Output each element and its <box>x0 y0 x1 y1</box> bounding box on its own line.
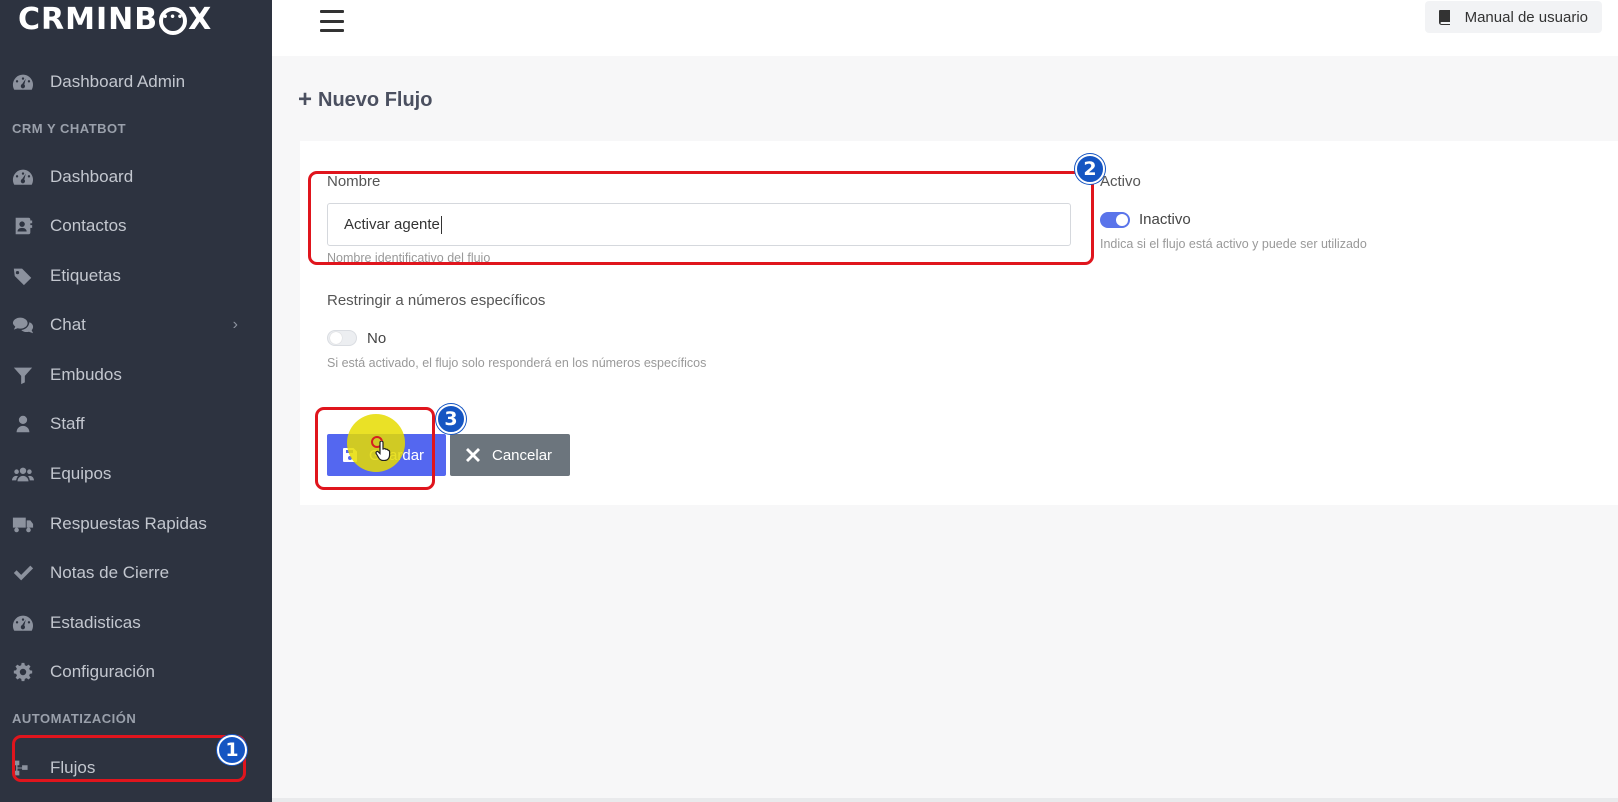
hamburger-menu-icon[interactable] <box>320 10 344 32</box>
footer-divider <box>272 798 1618 802</box>
topbar: Manual de usuario <box>272 0 1618 56</box>
manual-label: Manual de usuario <box>1464 8 1588 26</box>
step-badge-3: 3 <box>436 404 466 434</box>
user-icon <box>0 414 50 434</box>
highlight-step-3 <box>315 407 435 490</box>
section-crm-chatbot: CRM Y CHATBOT <box>12 121 127 136</box>
users-icon <box>0 464 50 484</box>
sidebar-item-label: Equipos <box>50 464 112 483</box>
close-icon <box>466 448 480 462</box>
sidebar-item-estadisticas[interactable]: Estadisticas <box>0 603 272 643</box>
sidebar-item-notas-de-cierre[interactable]: Notas de Cierre <box>0 553 272 593</box>
restringir-toggle[interactable] <box>327 330 357 346</box>
sidebar-item-respuestas-rapidas[interactable]: Respuestas Rapidas <box>0 504 272 544</box>
sidebar-item-label: Dashboard Admin <box>50 72 186 91</box>
plus-icon: + <box>298 86 313 113</box>
sidebar-item-label: Staff <box>50 414 85 433</box>
sidebar: CRMINB ••• X Dashboard Admin CRM Y CHATBOT… <box>0 0 272 802</box>
activo-label: Activo <box>1100 173 1141 190</box>
sidebar-item-label: Embudos <box>50 365 122 384</box>
sidebar-item-label: Configuración <box>50 662 155 681</box>
comments-icon <box>0 315 50 335</box>
sidebar-item-label: Etiquetas <box>50 266 121 285</box>
contact-card-icon <box>0 216 50 236</box>
step-badge-1: 1 <box>217 735 247 765</box>
manual-de-usuario-button[interactable]: Manual de usuario <box>1424 1 1602 33</box>
restringir-help: Si está activado, el flujo solo responde… <box>327 356 707 370</box>
section-automatizacion: AUTOMATIZACIÓN <box>12 711 137 726</box>
sidebar-item-dashboard-admin[interactable]: Dashboard Admin <box>0 62 272 102</box>
sidebar-item-dashboard[interactable]: Dashboard <box>0 157 272 197</box>
sidebar-item-label: Dashboard <box>50 167 134 186</box>
activo-toggle[interactable] <box>1100 212 1130 228</box>
highlight-step-2 <box>308 171 1094 265</box>
page-title-text: Nuevo Flujo <box>318 88 433 111</box>
logo-bubble-dots: ••• <box>162 11 185 23</box>
book-icon <box>1438 9 1450 25</box>
highlight-step-1 <box>12 735 246 782</box>
tag-icon <box>0 266 50 286</box>
logo-text-right: X <box>188 2 213 37</box>
sidebar-item-equipos[interactable]: Equipos <box>0 454 272 494</box>
gauge-icon <box>0 613 50 633</box>
sidebar-item-chat[interactable]: Chat › <box>0 305 272 345</box>
sidebar-item-configuracion[interactable]: Configuración <box>0 652 272 692</box>
sidebar-item-embudos[interactable]: Embudos <box>0 355 272 395</box>
activo-toggle-text: Inactivo <box>1139 211 1191 228</box>
sidebar-item-label: Notas de Cierre <box>50 563 170 582</box>
sidebar-item-label: Contactos <box>50 216 127 235</box>
funnel-icon <box>0 365 50 385</box>
sidebar-item-etiquetas[interactable]: Etiquetas <box>0 256 272 296</box>
page-title: + Nuevo Flujo <box>298 88 432 112</box>
sidebar-item-label: Chat <box>50 315 86 334</box>
sidebar-item-staff[interactable]: Staff <box>0 404 272 444</box>
logo-text-left: CRMINB <box>18 2 159 37</box>
gauge-icon <box>0 167 50 187</box>
sidebar-item-label: Respuestas Rapidas <box>50 514 207 533</box>
chat-bubble-icon: ••• <box>159 6 188 35</box>
sidebar-item-label: Estadisticas <box>50 613 141 632</box>
truck-icon <box>0 514 50 534</box>
check-icon <box>0 563 50 583</box>
gauge-icon <box>0 72 50 92</box>
restringir-toggle-text: No <box>367 330 387 347</box>
restringir-label: Restringir a números específicos <box>327 292 546 309</box>
cancelar-button[interactable]: Cancelar <box>450 434 570 476</box>
activo-help: Indica si el flujo está activo y puede s… <box>1100 237 1367 251</box>
cancelar-label: Cancelar <box>492 446 553 464</box>
sidebar-item-contactos[interactable]: Contactos <box>0 206 272 246</box>
chevron-right-icon: › <box>232 316 238 333</box>
logo[interactable]: CRMINB ••• X <box>18 2 212 37</box>
gear-icon <box>0 662 50 682</box>
